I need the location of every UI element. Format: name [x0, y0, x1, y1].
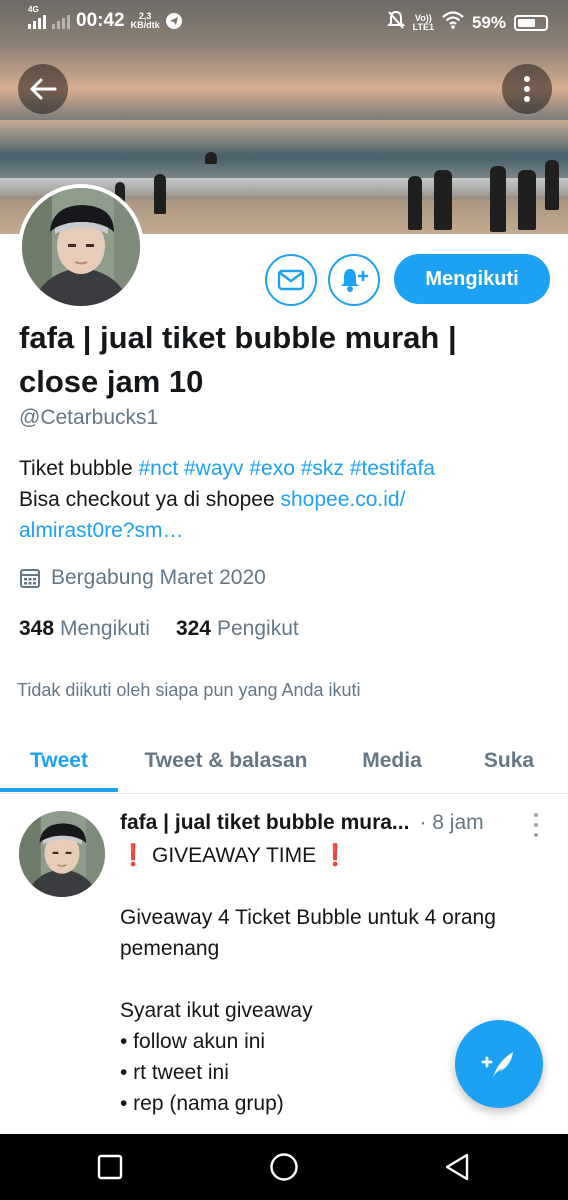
- arrow-left-icon: [30, 78, 57, 100]
- calendar-icon: [20, 569, 40, 588]
- compose-tweet-button[interactable]: [455, 1020, 543, 1108]
- join-date: Bergabung Maret 2020: [19, 566, 266, 590]
- following-stat[interactable]: 348 Mengikuti: [19, 617, 150, 641]
- banner-person: [434, 170, 452, 230]
- followed-by-note: Tidak diikuti oleh siapa pun yang Anda i…: [17, 680, 361, 700]
- banner-person: [545, 160, 559, 210]
- feather-plus-icon: [481, 1052, 513, 1078]
- tweet-timestamp: · 8 jam: [419, 811, 484, 834]
- more-vertical-icon: [524, 76, 530, 102]
- network-speed: 2,3 KB/dtk: [130, 11, 160, 30]
- tweet-menu-button[interactable]: [526, 813, 546, 837]
- tab-tweets[interactable]: Tweet: [0, 728, 118, 794]
- wifi-icon: [442, 11, 464, 34]
- avatar-image: [19, 811, 105, 897]
- follow-stats: 348 Mengikuti 324 Pengikut: [19, 617, 299, 641]
- home-button[interactable]: [267, 1150, 301, 1184]
- square-icon: [97, 1154, 123, 1180]
- banner-person: [205, 152, 217, 164]
- status-time: 00:42: [76, 10, 125, 31]
- telegram-icon: [165, 13, 182, 29]
- circle-icon: [270, 1153, 298, 1181]
- battery-percent: 59%: [471, 12, 506, 32]
- tab-media[interactable]: Media: [340, 728, 444, 794]
- tweet-header: fafa | jual tiket bubble mura... · 8 jam: [120, 811, 550, 835]
- banner-sea-glow: [0, 120, 568, 160]
- bio-text: Tiket bubble: [19, 457, 139, 480]
- more-options-button[interactable]: [502, 64, 552, 114]
- profile-display-name: fafa | jual tiket bubble murah | close j…: [19, 320, 457, 399]
- exclamation-icon: ❗: [322, 844, 349, 867]
- profile-avatar[interactable]: [18, 184, 144, 310]
- active-tab-indicator: [0, 788, 118, 792]
- profile-bio: Tiket bubble #nct #wayv #exo #skz #testi…: [19, 453, 549, 546]
- signal-secondary-icon: [52, 13, 70, 29]
- bell-plus-icon: [341, 269, 369, 292]
- tweet-author-avatar[interactable]: [19, 811, 105, 897]
- recent-apps-button[interactable]: [93, 1150, 127, 1184]
- back-button[interactable]: [18, 64, 68, 114]
- triangle-back-icon: [445, 1153, 469, 1181]
- bio-hashtags[interactable]: #nct #wayv #exo #skz #testifafa: [138, 457, 435, 480]
- following-button[interactable]: Mengikuti: [394, 254, 550, 304]
- mute-bell-icon: [386, 10, 406, 35]
- exclamation-icon: ❗: [120, 844, 147, 867]
- system-back-button[interactable]: [440, 1150, 474, 1184]
- envelope-icon: [277, 269, 305, 291]
- bio-link-continued[interactable]: almirast0re?sm…: [19, 519, 184, 542]
- join-date-text: Bergabung Maret 2020: [51, 566, 266, 589]
- status-bar: 4G 00:42 2,3 KB/dtk Vo)) LTE1 59%: [0, 0, 568, 44]
- profile-tabs: Tweet Tweet & balasan Media Suka: [0, 728, 568, 794]
- tweet-author-name[interactable]: fafa | jual tiket bubble mura...: [120, 811, 409, 835]
- tab-likes[interactable]: Suka: [462, 728, 556, 794]
- system-navigation-bar: [0, 1134, 568, 1200]
- followers-stat[interactable]: 324 Pengikut: [176, 617, 299, 641]
- volte-indicator: Vo)) LTE1: [412, 12, 434, 32]
- message-button[interactable]: [265, 254, 317, 306]
- notify-button[interactable]: [328, 254, 380, 306]
- banner-person: [490, 166, 506, 232]
- banner-person: [408, 176, 422, 230]
- battery-icon: [514, 14, 548, 31]
- avatar-image: [22, 188, 140, 306]
- banner-person: [154, 174, 166, 214]
- bio-link[interactable]: shopee.co.id/: [281, 488, 406, 511]
- signal-icon: 4G: [28, 5, 46, 29]
- banner-person: [518, 170, 536, 230]
- tab-tweets-replies[interactable]: Tweet & balasan: [126, 728, 326, 794]
- profile-handle: @Cetarbucks1: [19, 406, 159, 429]
- bio-text: Bisa checkout ya di shopee: [19, 488, 281, 511]
